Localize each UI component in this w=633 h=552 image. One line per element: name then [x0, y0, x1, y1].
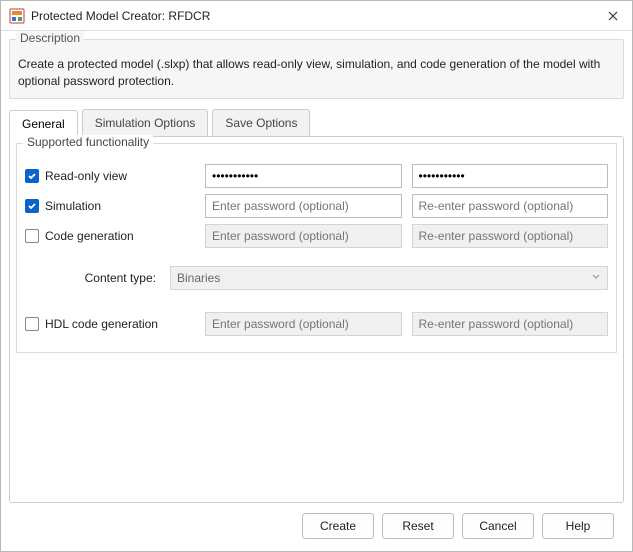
- label-simulation: Simulation: [45, 199, 101, 213]
- select-content-type: Binaries: [170, 266, 608, 290]
- password-code-generation: [205, 224, 402, 248]
- checkbox-simulation[interactable]: [25, 199, 39, 213]
- tab-label: Save Options: [225, 116, 297, 130]
- cancel-button[interactable]: Cancel: [462, 513, 534, 539]
- label-hdl-code-generation: HDL code generation: [45, 317, 158, 331]
- checkbox-code-generation[interactable]: [25, 229, 39, 243]
- checkbox-hdl-code-generation[interactable]: [25, 317, 39, 331]
- row-code-generation: Code generation: [25, 224, 608, 248]
- password-simulation[interactable]: [205, 194, 402, 218]
- select-content-type-value: Binaries: [177, 271, 220, 285]
- confirm-password-code-generation: [412, 224, 609, 248]
- password-hdl: [205, 312, 402, 336]
- tab-simulation-options[interactable]: Simulation Options: [82, 109, 209, 136]
- tab-label: General: [22, 117, 65, 131]
- row-simulation: Simulation: [25, 194, 608, 218]
- chevron-down-icon: [591, 271, 601, 285]
- label-content-type: Content type:: [25, 271, 160, 285]
- confirm-password-hdl: [412, 312, 609, 336]
- tab-general[interactable]: General: [9, 110, 78, 137]
- checkbox-read-only[interactable]: [25, 169, 39, 183]
- dialog-window: Protected Model Creator: RFDCR Descripti…: [0, 0, 633, 552]
- button-label: Create: [320, 519, 356, 533]
- confirm-password-simulation[interactable]: [412, 194, 609, 218]
- label-read-only: Read-only view: [45, 169, 127, 183]
- description-legend: Description: [16, 31, 84, 45]
- description-text: Create a protected model (.slxp) that al…: [18, 56, 615, 90]
- tab-strip: General Simulation Options Save Options: [9, 109, 624, 136]
- help-button[interactable]: Help: [542, 513, 614, 539]
- reset-button[interactable]: Reset: [382, 513, 454, 539]
- tab-save-options[interactable]: Save Options: [212, 109, 310, 136]
- row-hdl-code-generation: HDL code generation: [25, 312, 608, 336]
- button-bar: Create Reset Cancel Help: [9, 503, 624, 551]
- title-bar: Protected Model Creator: RFDCR: [1, 1, 632, 31]
- button-label: Help: [566, 519, 591, 533]
- password-read-only[interactable]: [205, 164, 402, 188]
- window-title: Protected Model Creator: RFDCR: [31, 9, 210, 23]
- confirm-password-read-only[interactable]: [412, 164, 609, 188]
- label-code-generation: Code generation: [45, 229, 134, 243]
- row-read-only: Read-only view: [25, 164, 608, 188]
- supported-functionality-legend: Supported functionality: [23, 135, 153, 149]
- supported-functionality-group: Supported functionality Read-only view: [16, 143, 617, 353]
- row-content-type: Content type: Binaries: [25, 266, 608, 290]
- button-label: Reset: [402, 519, 433, 533]
- tab-panel-general: Supported functionality Read-only view: [9, 136, 624, 503]
- button-label: Cancel: [479, 519, 516, 533]
- close-icon[interactable]: [602, 8, 624, 24]
- tab-label: Simulation Options: [95, 116, 196, 130]
- create-button[interactable]: Create: [302, 513, 374, 539]
- description-group: Description Create a protected model (.s…: [9, 39, 624, 99]
- app-icon: [9, 8, 25, 24]
- dialog-content: Description Create a protected model (.s…: [1, 31, 632, 551]
